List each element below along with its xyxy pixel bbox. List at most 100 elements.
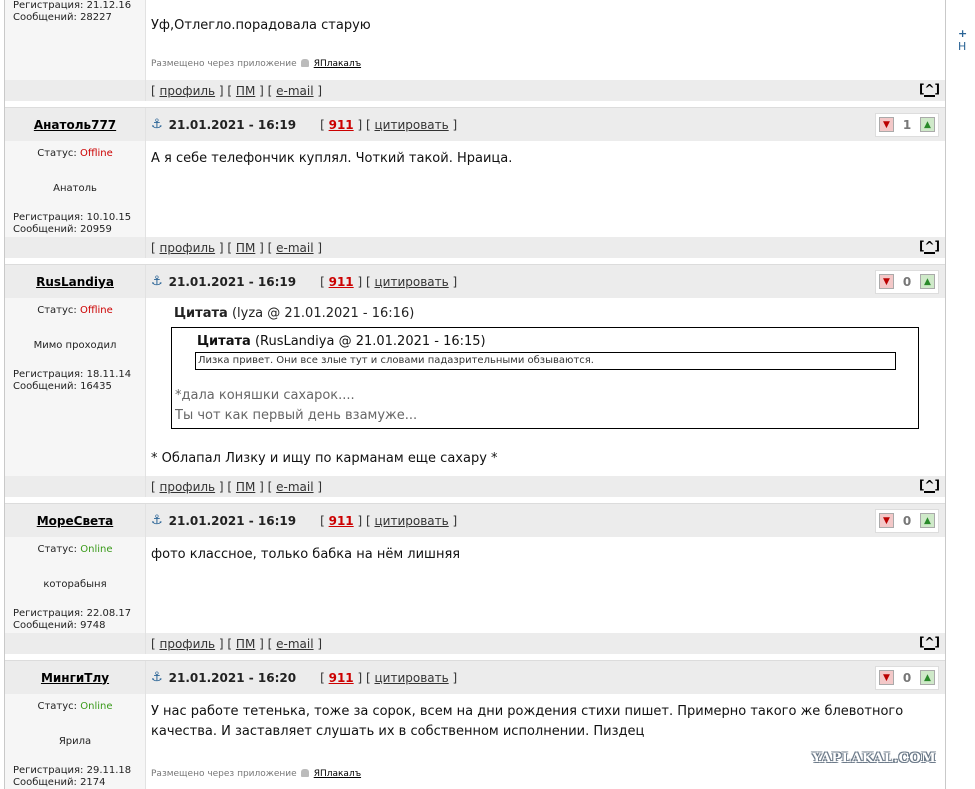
quote-block: Цитата (lyza @ 21.01.2021 - 16:16) Цитат… [171,304,940,429]
thumbs-down-icon[interactable]: ▼ [879,670,894,685]
post-date: 21.01.2021 - 16:20 [168,670,297,685]
post-body: Статус: Offline Мимо проходил Регистраци… [5,298,945,476]
post-header: МингиТлу ⚓ 21.01.2021 - 16:20 [ 911 ] [ … [5,660,945,695]
thumbs-up-icon[interactable]: ▲ [919,513,935,528]
user-status: Статус: Offline [37,148,113,159]
quote-text: *дала коняшки сахарок.... Ты чот как пер… [175,388,418,423]
to-top-button[interactable]: [^] [919,635,940,650]
user-messages: Сообщений: 28227 [13,12,112,23]
rating-count: 0 [902,274,912,289]
post-header: Анатоль777 ⚓ 21.01.2021 - 16:19 [ 911 ] … [5,107,945,142]
post-body: Статус: Online Ярила Регистрация: 29.11.… [5,694,945,789]
thumbs-down-icon[interactable]: ▼ [879,513,894,528]
profile-link[interactable]: профиль [160,241,216,255]
thumbs-up-icon[interactable]: ▲ [919,274,935,289]
post-number-link[interactable]: 911 [329,514,354,528]
post-body: Регистрация: 21.12.16 Сообщений: 28227 У… [5,0,945,80]
post-body: Статус: Offline Анатоль Регистрация: 10.… [5,141,945,237]
post-number-link[interactable]: 911 [329,118,354,132]
profile-link[interactable]: профиль [160,637,216,651]
post-rating: ▼ 0 ▲ [875,508,939,533]
quote-link[interactable]: цитировать [374,118,448,132]
user-status: Статус: Online [37,544,113,555]
post-header: RusLandiya ⚓ 21.01.2021 - 16:19 [ 911 ] … [5,264,945,299]
post-footer: [ профиль ] [ ПМ ] [ e-mail ] [^] [5,633,945,654]
post-text: фото классное, только бабка на нём лишня… [151,547,461,562]
posted-via: Размещено через приложение ЯПлакалъ [151,59,362,69]
post-content: У нас работе тетенька, тоже за сорок, вс… [146,694,945,789]
user-messages: Сообщений: 20959 [13,224,112,235]
nested-quote-title: Цитата (RusLandiya @ 21.01.2021 - 16:15) [197,334,486,349]
author-link[interactable]: МингиТлу [41,671,109,685]
thumbs-down-icon[interactable]: ▼ [879,274,894,289]
post-content: Уф,Отлегло.порадовала старую Размещено ч… [146,0,945,80]
email-link[interactable]: e-mail [276,480,313,494]
user-registration: Регистрация: 10.10.15 [13,212,132,223]
user-messages: Сообщений: 9748 [13,620,106,631]
app-link[interactable]: ЯПлакалъ [314,59,361,69]
anchor-icon[interactable]: ⚓ [151,274,163,289]
pm-link[interactable]: ПМ [236,637,255,651]
user-status: Статус: Online [37,701,113,712]
thumbs-down-icon[interactable]: ▼ [879,117,894,132]
android-icon [300,769,309,777]
quote-title: Цитата (lyza @ 21.01.2021 - 16:16) [174,306,415,321]
post-number-link[interactable]: 911 [329,671,354,685]
sidebar-link[interactable]: + Н [958,27,975,53]
anchor-icon[interactable]: ⚓ [151,670,163,685]
post-content: Цитата (lyza @ 21.01.2021 - 16:16) Цитат… [146,298,945,476]
post-footer: [ профиль ] [ ПМ ] [ e-mail ] [^] [5,476,945,497]
post-body: Статус: Online которабыня Регистрация: 2… [5,537,945,633]
thumbs-up-icon[interactable]: ▲ [919,117,935,132]
pm-link[interactable]: ПМ [236,241,255,255]
android-icon [300,59,309,67]
to-top-button[interactable]: [^] [919,239,940,254]
quote-box: Цитата (RusLandiya @ 21.01.2021 - 16:15)… [171,327,919,429]
post-footer: [ профиль ] [ ПМ ] [ e-mail ] [^] [5,237,945,258]
profile-link[interactable]: профиль [160,480,216,494]
user-status: Статус: Offline [37,305,113,316]
rating-count: 0 [902,513,912,528]
quote-link[interactable]: цитировать [374,671,448,685]
post-date: 21.01.2021 - 16:19 [168,117,297,132]
anchor-icon[interactable]: ⚓ [151,513,163,528]
email-link[interactable]: e-mail [276,637,313,651]
to-top-button[interactable]: [^] [919,478,940,493]
post-date: 21.01.2021 - 16:19 [168,513,297,528]
quote-link[interactable]: цитировать [374,275,448,289]
post-number-link[interactable]: 911 [329,275,354,289]
user-nickname: Анатоль [53,183,97,194]
user-messages: Сообщений: 16435 [13,381,112,392]
app-link[interactable]: ЯПлакалъ [314,769,361,779]
user-info: Регистрация: 21.12.16 Сообщений: 28227 [5,0,146,80]
user-registration: Регистрация: 18.11.14 [13,369,132,380]
anchor-icon[interactable]: ⚓ [151,117,163,132]
post: Анатоль777 ⚓ 21.01.2021 - 16:19 [ 911 ] … [5,107,945,258]
post-rating: ▼ 1 ▲ [875,112,939,137]
pm-link[interactable]: ПМ [236,480,255,494]
user-info: Статус: Offline Мимо проходил Регистраци… [5,298,146,476]
author-link[interactable]: Анатоль777 [34,118,116,132]
nested-quote-text: Лизка привет. Они все злые тут и словами… [195,352,896,370]
user-info: Статус: Online Ярила Регистрация: 29.11.… [5,694,146,789]
thumbs-up-icon[interactable]: ▲ [919,670,935,685]
user-registration: Регистрация: 22.08.17 [13,608,132,619]
author-link[interactable]: МореСвета [37,514,114,528]
post-text: У нас работе тетенька, тоже за сорок, вс… [151,704,904,739]
profile-link[interactable]: профиль [160,84,216,98]
quote-link[interactable]: цитировать [374,514,448,528]
rating-count: 1 [902,117,912,132]
user-messages: Сообщений: 2174 [13,777,106,788]
email-link[interactable]: e-mail [276,241,313,255]
post-footer: [ профиль ] [ ПМ ] [ e-mail ] [^] [5,80,945,101]
post-date: 21.01.2021 - 16:19 [168,274,297,289]
user-registration: Регистрация: 21.12.16 [13,0,132,11]
user-nickname: которабыня [43,579,107,590]
to-top-button[interactable]: [^] [919,82,940,97]
author-link[interactable]: RusLandiya [36,275,114,289]
rating-count: 0 [902,670,912,685]
user-info: Статус: Offline Анатоль Регистрация: 10.… [5,141,146,237]
post-text: * Облапал Лизку и ищу по карманам еще са… [151,451,498,466]
email-link[interactable]: e-mail [276,84,313,98]
pm-link[interactable]: ПМ [236,84,255,98]
